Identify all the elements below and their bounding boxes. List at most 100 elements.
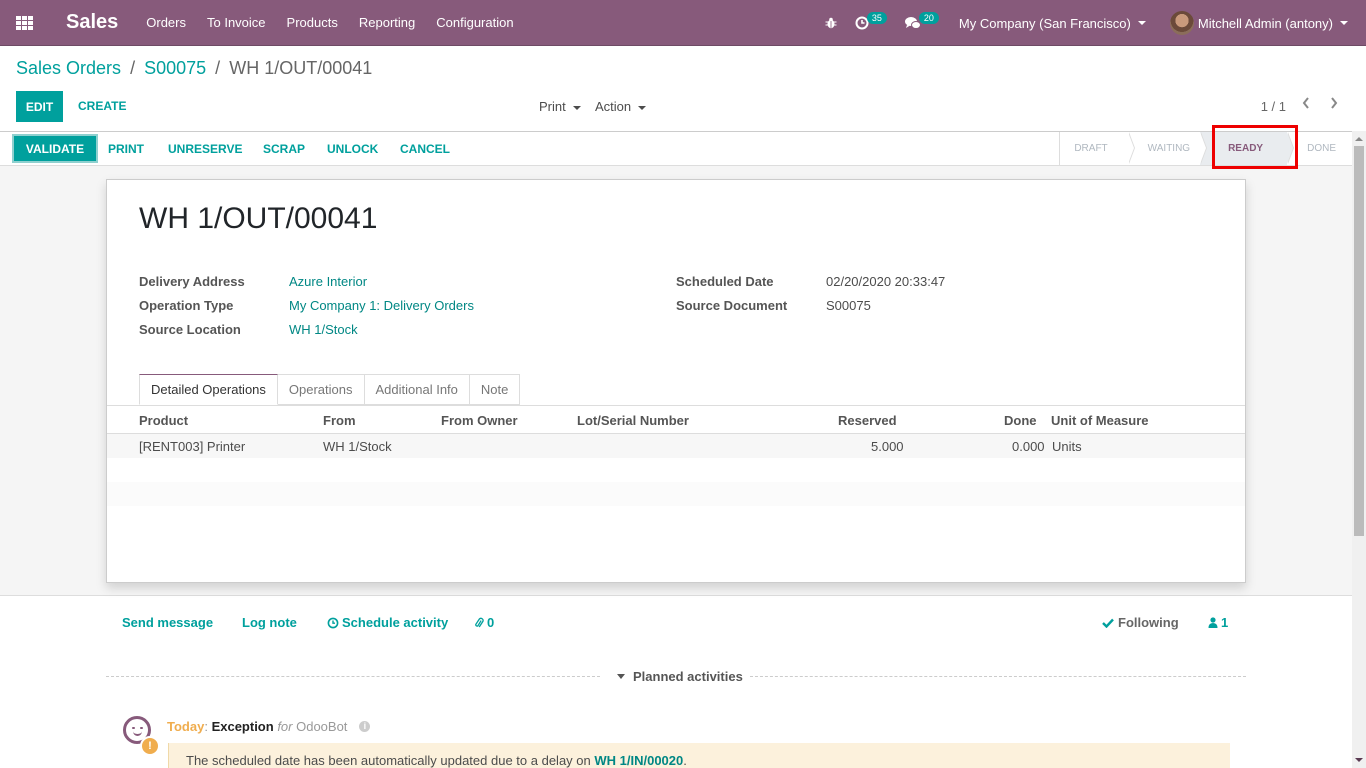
schedule-activity-button[interactable]: Schedule activity (327, 615, 448, 630)
activity-type: Exception (211, 719, 274, 734)
source-location-label: Source Location (139, 322, 241, 337)
stage-draft[interactable]: DRAFT (1060, 132, 1136, 165)
menu-to-invoice[interactable]: To Invoice (207, 15, 266, 30)
scrap-button[interactable]: SCRAP (263, 132, 305, 165)
action-dropdown-label: Action (595, 99, 632, 114)
warning-icon: ! (140, 736, 160, 756)
log-note-button[interactable]: Log note (242, 615, 297, 630)
table-row-empty (107, 482, 1245, 506)
tab-operations[interactable]: Operations (277, 374, 365, 405)
breadcrumb-current: WH 1/OUT/00041 (229, 58, 373, 78)
operation-type-label: Operation Type (139, 298, 234, 313)
cell-done: 0.000 (1012, 439, 1045, 454)
column-product[interactable]: Product (139, 413, 188, 428)
menu-reporting[interactable]: Reporting (359, 15, 415, 30)
paperclip-icon (475, 617, 484, 627)
avatar-eye (140, 727, 143, 729)
bug-icon (825, 17, 837, 29)
chevron-down-icon (572, 105, 581, 110)
followers-count: 1 (1221, 615, 1229, 630)
unlock-button[interactable]: UNLOCK (327, 132, 378, 165)
menu-configuration[interactable]: Configuration (436, 15, 513, 30)
debug-button[interactable] (825, 17, 837, 29)
column-from[interactable]: From (323, 413, 356, 428)
chevron-left-icon (1302, 97, 1309, 109)
following-label: Following (1118, 615, 1179, 630)
breadcrumb-s00075[interactable]: S00075 (144, 58, 206, 78)
scroll-thumb[interactable] (1354, 146, 1364, 536)
planned-divider-right (750, 676, 1246, 677)
delivery-address-value[interactable]: Azure Interior (289, 274, 367, 289)
following-button[interactable]: Following (1102, 615, 1179, 630)
pager-value[interactable]: 1 / 1 (1261, 99, 1286, 114)
chevron-right-icon (1331, 97, 1338, 109)
page-scrollbar[interactable] (1352, 131, 1366, 768)
cell-from: WH 1/Stock (323, 439, 392, 454)
message-count-badge: 20 (918, 12, 939, 24)
scheduled-date-label: Scheduled Date (676, 274, 774, 289)
column-reserved[interactable]: Reserved (838, 413, 897, 428)
activities-button[interactable]: 35 (855, 12, 889, 30)
app-name[interactable]: Sales (66, 11, 118, 34)
menu-products[interactable]: Products (287, 15, 338, 30)
column-done[interactable]: Done (1004, 413, 1037, 428)
avatar-eye (132, 727, 135, 729)
scroll-up-arrow-icon[interactable] (1355, 137, 1363, 141)
company-switcher[interactable]: My Company (San Francisco) (959, 16, 1146, 31)
followers-button[interactable]: 1 (1208, 615, 1228, 630)
activity-header: Today: Exception for OdooBot i (167, 719, 371, 734)
tab-note[interactable]: Note (469, 374, 521, 405)
scroll-down-arrow-icon[interactable] (1355, 758, 1363, 762)
menu-orders[interactable]: Orders (146, 15, 186, 30)
validate-button[interactable]: VALIDATE (14, 136, 96, 161)
breadcrumb-separator: / (130, 58, 136, 78)
activity-user: OdooBot (296, 719, 348, 734)
cell-reserved: 5.000 (871, 439, 904, 454)
activity-for-label: for (277, 719, 293, 734)
stage-ready[interactable]: READY (1200, 132, 1295, 165)
stage-done[interactable]: DONE (1287, 132, 1352, 165)
tab-detailed-operations[interactable]: Detailed Operations (139, 374, 278, 405)
source-location-value[interactable]: WH 1/Stock (289, 322, 358, 337)
column-uom[interactable]: Unit of Measure (1051, 413, 1149, 428)
table-row[interactable]: [RENT003] Printer WH 1/Stock 5.000 0.000… (107, 434, 1245, 458)
print-dropdown[interactable]: Print (539, 99, 581, 114)
edit-button[interactable]: EDIT (16, 91, 63, 122)
tab-additional-info[interactable]: Additional Info (364, 374, 470, 405)
source-document-label: Source Document (676, 298, 788, 313)
delivery-address-label: Delivery Address (139, 274, 245, 289)
breadcrumb-sales-orders[interactable]: Sales Orders (16, 58, 121, 78)
column-lot-serial[interactable]: Lot/Serial Number (577, 413, 689, 428)
pager-previous-button[interactable] (1301, 96, 1311, 115)
print-button[interactable]: PRINT (108, 132, 144, 165)
attachments-button[interactable]: 0 (474, 615, 494, 630)
planned-activities-toggle[interactable]: Planned activities (617, 669, 743, 684)
unreserve-button[interactable]: UNRESERVE (168, 132, 242, 165)
chevron-down-icon (1340, 21, 1348, 25)
company-name: My Company (San Francisco) (958, 15, 1131, 31)
user-name: Mitchell Admin (antony) (1197, 15, 1333, 31)
user-icon (1208, 617, 1218, 628)
statusbar: VALIDATE PRINT UNRESERVE SCRAP UNLOCK CA… (0, 131, 1352, 166)
column-from-owner[interactable]: From Owner (441, 413, 518, 428)
apps-grid-icon[interactable] (16, 15, 34, 30)
action-dropdown[interactable]: Action (595, 99, 647, 114)
user-menu[interactable]: Mitchell Admin (antony) (1169, 11, 1348, 35)
planned-activities-label: Planned activities (633, 669, 743, 684)
info-icon[interactable]: i (359, 721, 371, 732)
cancel-button[interactable]: CANCEL (400, 132, 450, 165)
pager-next-button[interactable] (1329, 96, 1339, 115)
activity-count-badge: 35 (866, 12, 887, 24)
create-button[interactable]: CREATE (78, 99, 126, 113)
activity-note-link[interactable]: WH 1/IN/00020 (594, 753, 683, 768)
table-header: Product From From Owner Lot/Serial Numbe… (107, 406, 1245, 434)
planned-divider-left (106, 676, 600, 677)
chevron-down-icon (1137, 21, 1146, 25)
send-message-button[interactable]: Send message (122, 615, 213, 630)
stage-waiting[interactable]: WAITING (1128, 132, 1208, 165)
activity-when: Today (167, 719, 205, 734)
avatar-mouth (133, 731, 142, 736)
operation-type-value[interactable]: My Company 1: Delivery Orders (289, 298, 474, 313)
messages-button[interactable]: 20 (904, 12, 941, 30)
breadcrumb-separator: / (215, 58, 221, 78)
